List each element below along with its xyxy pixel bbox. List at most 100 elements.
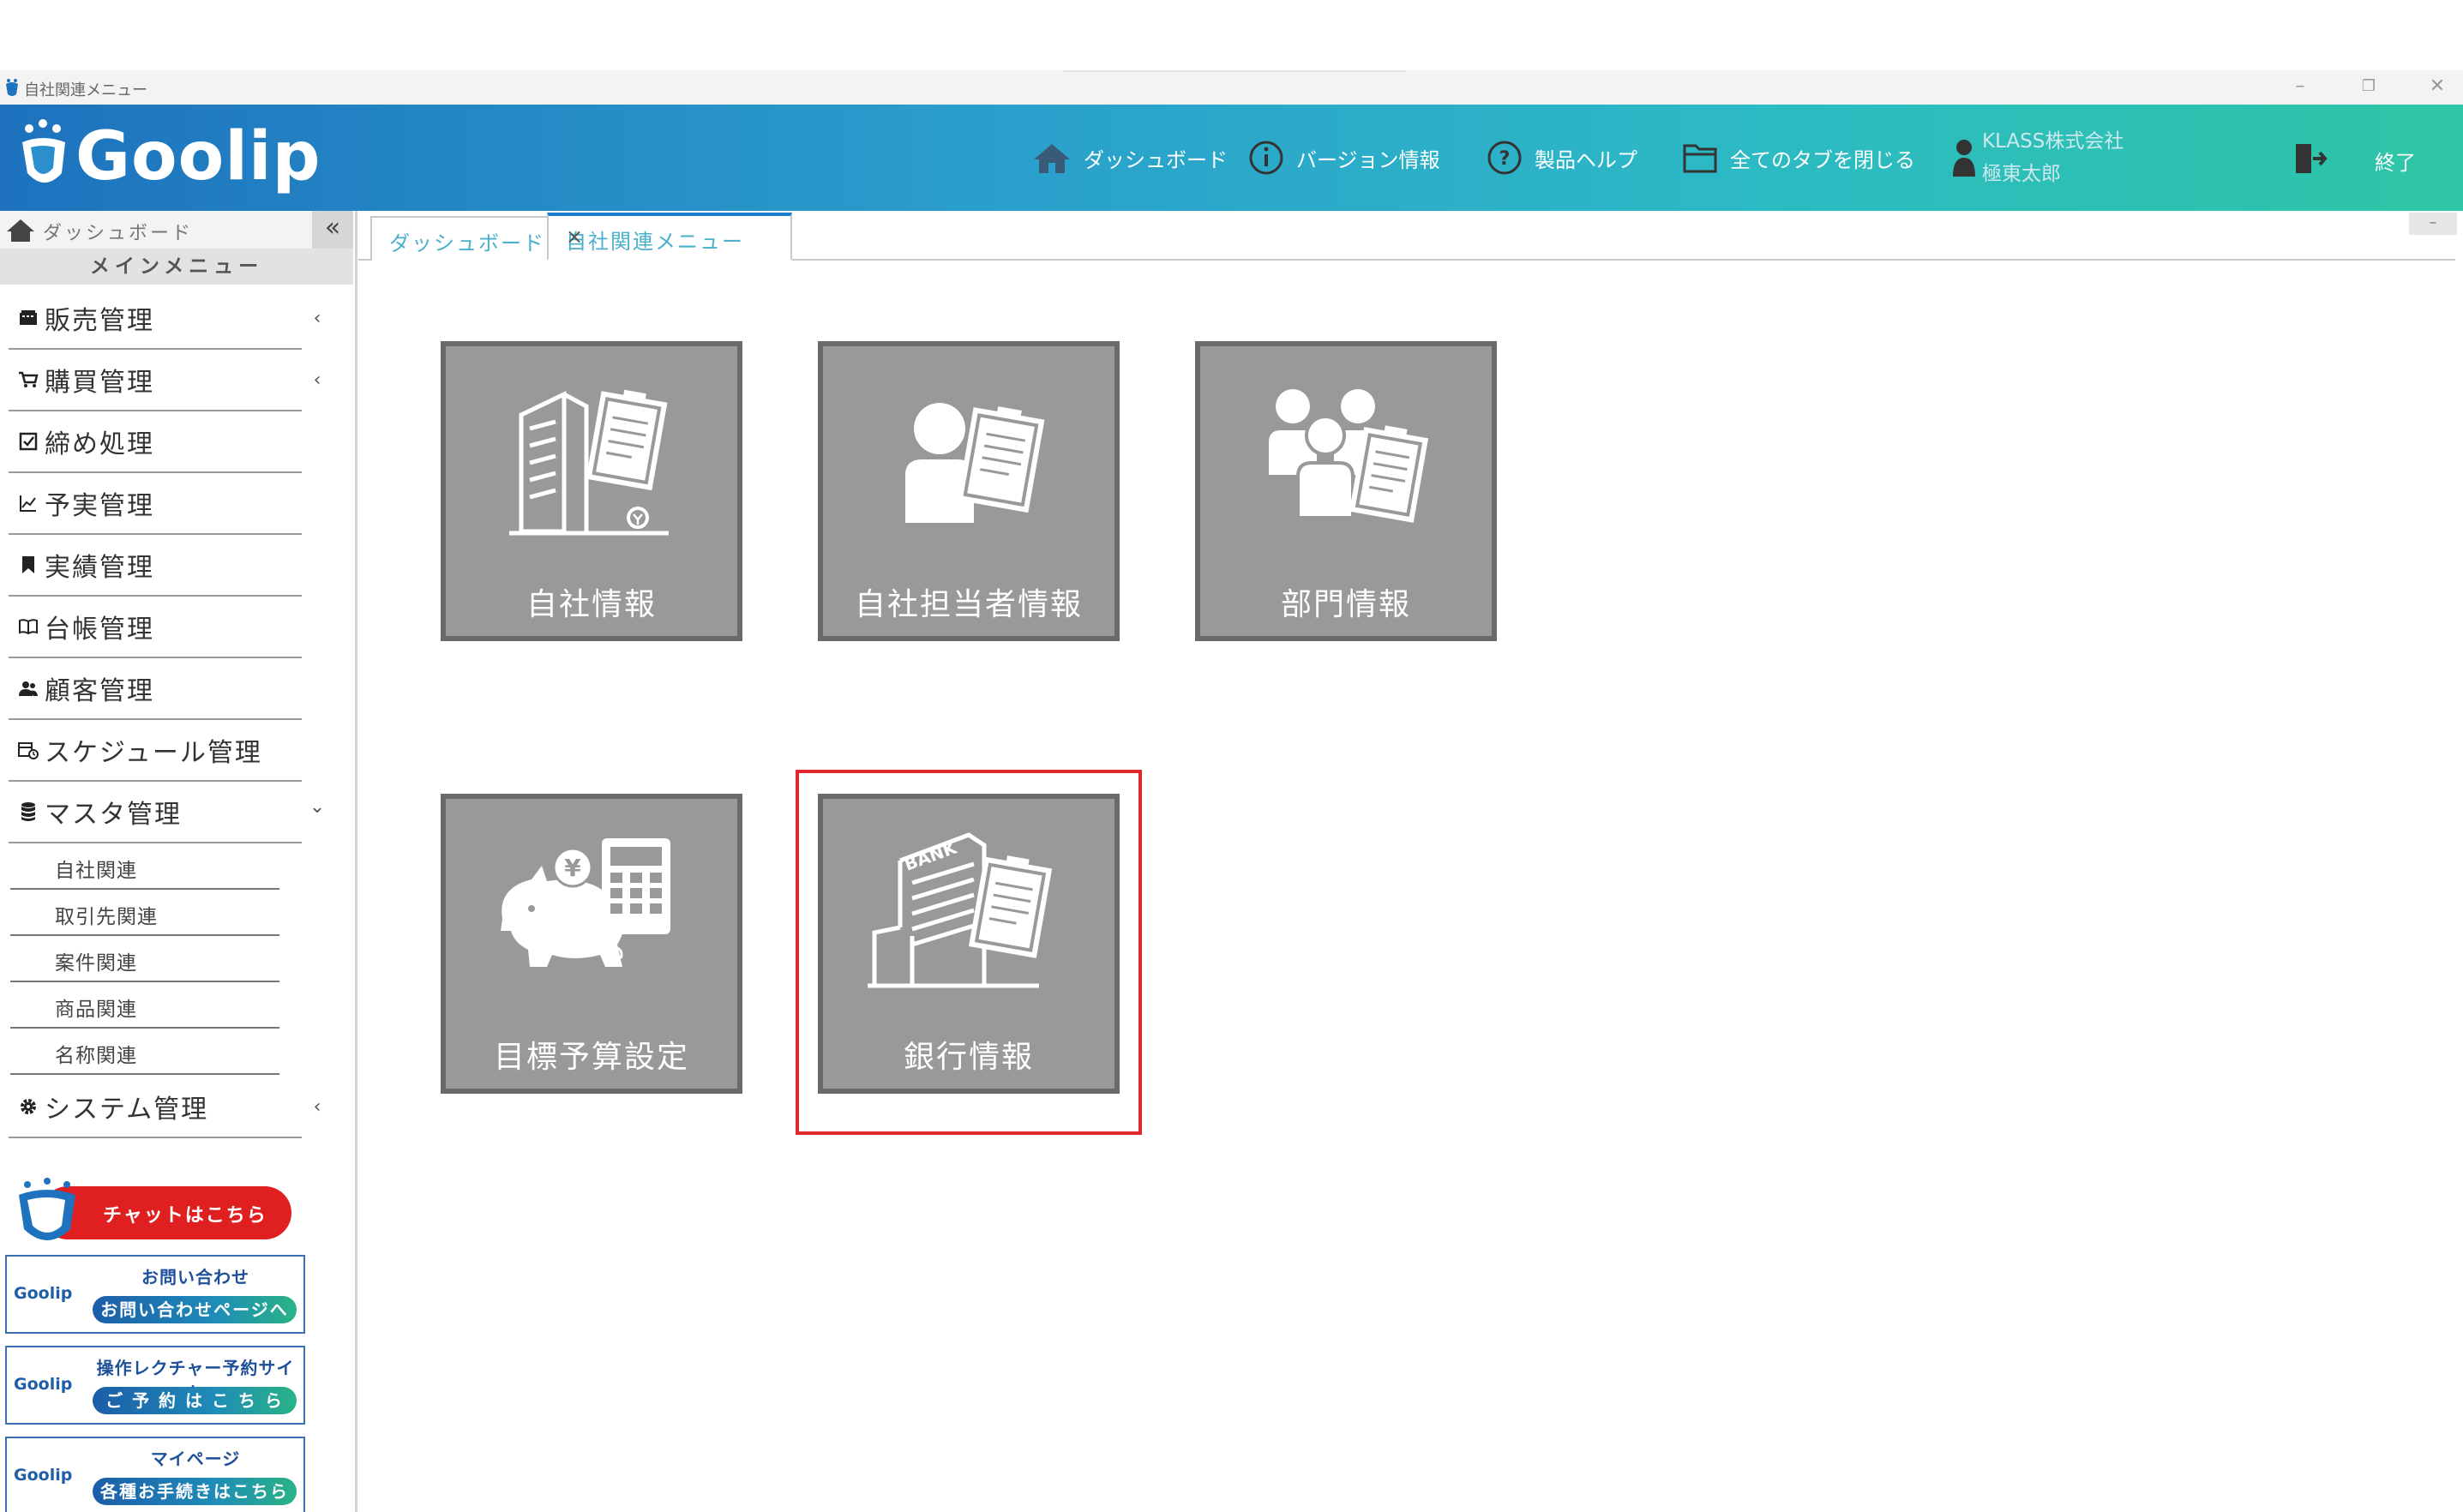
sidebar-item-closing[interactable]: 締め処理 xyxy=(9,411,302,473)
bookmark-icon xyxy=(17,554,39,576)
goolip-drop-icon xyxy=(22,119,65,183)
chevron-left-icon[interactable]: ‹ xyxy=(309,371,326,390)
window-titlebar: 自社関連メニュー – ❐ ✕ xyxy=(0,70,2463,105)
nav-dashboard-label: ダッシュボード xyxy=(1084,147,1228,172)
sidebar-divider xyxy=(355,211,357,1512)
sidebar-item-label: 購買管理 xyxy=(45,368,154,398)
goolip-mini-logo: Goolip xyxy=(14,1466,73,1485)
sidebar-item-master[interactable]: マスタ管理 xyxy=(9,782,302,843)
sidebar-subitem-label: 自社関連 xyxy=(55,860,137,882)
app-header: Goolip ダッシュボード バージョン情報 ? 製品ヘルプ 全てのタブを閉じる xyxy=(0,105,2463,211)
nav-version[interactable]: バージョン情報 xyxy=(1248,137,1440,178)
tile-department-info[interactable]: 部門情報 xyxy=(1195,341,1497,641)
sidebar-dashboard-link[interactable]: ダッシュボード xyxy=(0,211,353,249)
sidebar-item-label: 締め処理 xyxy=(45,429,154,459)
sidebar-collapse-button[interactable]: « xyxy=(312,211,353,249)
sidebar-subitem-products[interactable]: 商品関連 xyxy=(10,982,279,1029)
sidebar-item-budget-actual[interactable]: 予実管理 xyxy=(9,473,302,535)
tab-label: ダッシュボード xyxy=(389,231,545,255)
sidebar-item-ledger[interactable]: 台帳管理 xyxy=(9,597,302,658)
svg-text:¥: ¥ xyxy=(564,854,581,882)
staff-document-icon xyxy=(905,403,1045,523)
sidebar-item-label: 販売管理 xyxy=(45,306,154,336)
contact-banner-button: お問い合わせページへ xyxy=(93,1296,297,1323)
tab-close-icon[interactable]: × xyxy=(566,225,772,249)
sidebar-subitem-label: 名称関連 xyxy=(55,1045,137,1067)
user-icon xyxy=(1953,140,1975,177)
checkbox-icon xyxy=(17,430,39,453)
company-building-icon xyxy=(509,389,669,536)
sidebar-item-system[interactable]: システム管理 xyxy=(9,1077,302,1138)
tile-label: 部門情報 xyxy=(1280,587,1411,622)
contact-banner[interactable]: Goolip お問い合わせ お問い合わせページへ xyxy=(5,1255,305,1334)
nav-dashboard[interactable]: ダッシュボード xyxy=(1032,137,1228,178)
sidebar-item-label: スケジュール管理 xyxy=(45,738,262,768)
sidebar-item-sales[interactable]: 販売管理 xyxy=(9,288,302,350)
mypage-banner-button: 各種お手続きはこちら xyxy=(93,1478,297,1505)
tile-label: 自社情報 xyxy=(526,587,657,622)
tile-staff-info[interactable]: 自社担当者情報 xyxy=(818,341,1120,641)
piggy-bank-calculator-icon: ¥ xyxy=(501,838,670,967)
close-icon[interactable]: ✕ xyxy=(2424,74,2450,99)
minimize-icon[interactable]: – xyxy=(2287,74,2313,99)
top-divider xyxy=(1063,70,1406,72)
goolip-logo[interactable]: Goolip xyxy=(15,117,321,199)
sidebar-item-label: システム管理 xyxy=(45,1095,209,1125)
user-company: KLASS株式会社 xyxy=(1982,130,2124,153)
sidebar-subitem-own-company[interactable]: 自社関連 xyxy=(10,843,279,890)
sidebar-subitem-names[interactable]: 名称関連 xyxy=(10,1029,279,1075)
exit-label[interactable]: 終了 xyxy=(2375,146,2416,176)
mypage-banner-title: マイページ xyxy=(150,1449,241,1469)
sidebar-item-label: 顧客管理 xyxy=(45,676,154,706)
sidebar-item-schedule[interactable]: スケジュール管理 xyxy=(9,720,302,782)
info-icon xyxy=(1249,141,1283,175)
tab-dashboard[interactable]: ダッシュボード xyxy=(370,216,549,261)
register-icon xyxy=(17,307,39,329)
home-icon xyxy=(1034,144,1070,173)
cart-icon xyxy=(17,369,39,391)
chevron-left-icon[interactable]: ‹ xyxy=(309,309,326,328)
contact-banner-title: お問い合わせ xyxy=(141,1267,249,1287)
chevron-down-icon[interactable]: ⌄ xyxy=(309,798,326,817)
tile-company-info[interactable]: 自社情報 xyxy=(441,341,742,641)
sidebar-dashboard-label: ダッシュボード xyxy=(43,223,194,244)
tab-own-company-menu[interactable]: 自社関連メニュー × xyxy=(547,213,792,261)
exit-icon[interactable] xyxy=(2292,141,2328,177)
department-group-icon xyxy=(1269,389,1429,523)
line-chart-icon xyxy=(17,492,39,514)
chat-label: チャットはこちら xyxy=(103,1205,267,1227)
mypage-banner[interactable]: Goolip マイページ 各種お手続きはこちら xyxy=(5,1437,305,1512)
tile-label: 自社担当者情報 xyxy=(854,587,1083,622)
home-icon xyxy=(7,219,34,242)
app-logo-icon xyxy=(6,79,18,96)
sidebar-subitem-label: 商品関連 xyxy=(55,999,137,1021)
logo-text: Goolip xyxy=(75,118,321,195)
tab-panel-minimize-button[interactable]: – xyxy=(2409,213,2457,235)
restore-icon[interactable]: ❐ xyxy=(2356,74,2382,99)
lecture-banner[interactable]: Goolip 操作レクチャー予約サイト ご 予 約 は こ ち ら xyxy=(5,1346,305,1425)
sidebar-item-purchasing[interactable]: 購買管理 xyxy=(9,350,302,411)
window-title: 自社関連メニュー xyxy=(24,81,147,99)
tile-target-budget[interactable]: ¥ 目標予算設定 xyxy=(441,794,742,1094)
book-icon xyxy=(17,615,39,638)
tile-label: 目標予算設定 xyxy=(493,1040,689,1075)
chat-banner[interactable]: チャットはこちら xyxy=(15,1178,291,1246)
sidebar-subitem-label: 案件関連 xyxy=(55,952,137,975)
main-menu-heading: メインメニュー xyxy=(0,249,353,285)
database-icon xyxy=(17,801,39,823)
gear-icon xyxy=(17,1095,39,1118)
chevron-left-icon[interactable]: ‹ xyxy=(309,1098,326,1117)
nav-help[interactable]: ? 製品ヘルプ xyxy=(1487,137,1637,178)
sidebar-item-label: 台帳管理 xyxy=(45,615,154,645)
nav-close-all-tabs-label: 全てのタブを閉じる xyxy=(1730,147,1915,172)
sidebar-subitem-projects[interactable]: 案件関連 xyxy=(10,936,279,982)
sidebar-item-label: 実績管理 xyxy=(45,553,154,583)
nav-close-all-tabs[interactable]: 全てのタブを閉じる xyxy=(1682,137,1915,178)
sidebar-item-results[interactable]: 実績管理 xyxy=(9,535,302,597)
selection-highlight xyxy=(796,770,1142,1135)
sidebar-subitem-business-partners[interactable]: 取引先関連 xyxy=(10,890,279,936)
sidebar-item-customers[interactable]: 顧客管理 xyxy=(9,658,302,720)
sidebar-subitem-label: 取引先関連 xyxy=(55,906,158,928)
sidebar-item-label: 予実管理 xyxy=(45,491,154,521)
goolip-mascot-icon xyxy=(19,1178,75,1240)
